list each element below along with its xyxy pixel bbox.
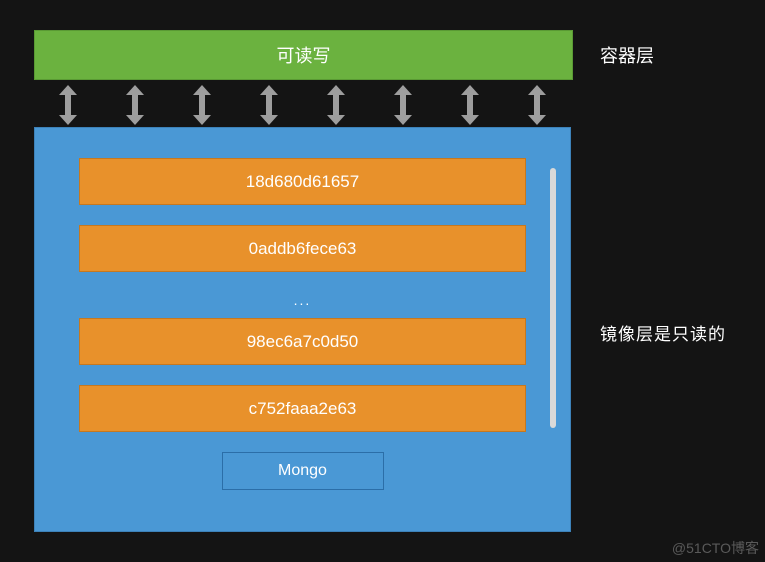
image-readonly-label: 镜像层是只读的 xyxy=(600,320,726,345)
image-layer: 98ec6a7c0d50 xyxy=(79,318,526,365)
image-layer: 18d680d61657 xyxy=(79,158,526,205)
double-arrow-icon xyxy=(193,85,211,125)
double-arrow-icon xyxy=(528,85,546,125)
double-arrow-icon xyxy=(260,85,278,125)
image-layer-id: c752faaa2e63 xyxy=(249,399,357,419)
scrollbar-indicator xyxy=(550,168,556,428)
double-arrow-icon xyxy=(59,85,77,125)
image-layer-id: 0addb6fece63 xyxy=(249,239,357,259)
double-arrow-icon xyxy=(327,85,345,125)
container-writable-title: 可读写 xyxy=(277,42,331,68)
layers-ellipsis: ... xyxy=(79,292,526,308)
watermark-text: @51CTO博客 xyxy=(672,538,759,558)
diagram-canvas: 可读写 容器层 18d680d61657 0addb6fece63 ... 98… xyxy=(0,0,765,562)
image-layers-panel: 18d680d61657 0addb6fece63 ... 98ec6a7c0d… xyxy=(34,127,571,532)
image-layer: c752faaa2e63 xyxy=(79,385,526,432)
double-arrow-icon xyxy=(394,85,412,125)
base-image-label: Mongo xyxy=(278,462,327,480)
container-layer-label: 容器层 xyxy=(600,42,654,68)
base-image-box: Mongo xyxy=(222,452,384,490)
image-layer-id: 98ec6a7c0d50 xyxy=(247,332,359,352)
double-arrow-icon xyxy=(461,85,479,125)
double-arrow-icon xyxy=(126,85,144,125)
image-layer-id: 18d680d61657 xyxy=(246,172,359,192)
container-writable-layer: 可读写 xyxy=(34,30,573,80)
bidirectional-arrows-row xyxy=(34,82,571,127)
image-layer: 0addb6fece63 xyxy=(79,225,526,272)
